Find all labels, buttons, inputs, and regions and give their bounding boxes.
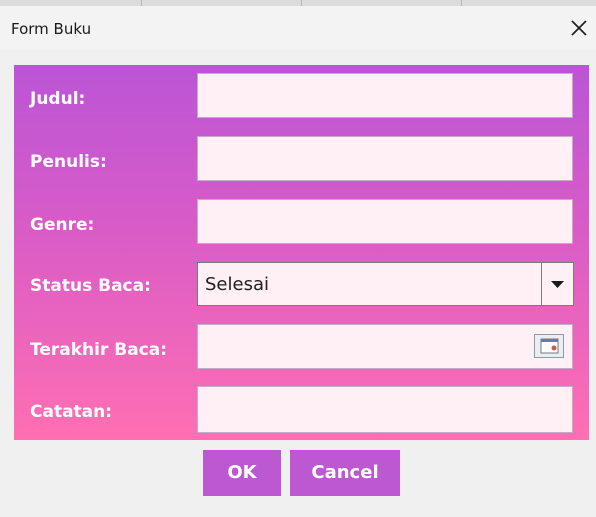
calendar-icon (540, 338, 559, 354)
close-button[interactable] (565, 14, 593, 42)
status-baca-select[interactable]: Selesai (197, 262, 574, 306)
ok-button[interactable]: OK (203, 450, 281, 496)
status-dropdown-button[interactable] (541, 263, 573, 305)
genre-label: Genre: (30, 215, 95, 235)
catatan-label: Catatan: (30, 402, 113, 422)
title-bar: Form Buku (0, 6, 596, 50)
chevron-down-icon (551, 281, 564, 288)
terakhir-baca-label: Terakhir Baca: (30, 340, 168, 360)
catatan-field[interactable] (197, 386, 573, 433)
form-panel: Judul: Penulis: Genre: Status Baca: Sele… (14, 65, 589, 440)
window-title: Form Buku (11, 20, 92, 38)
close-icon (571, 20, 587, 36)
terakhir-baca-field[interactable] (197, 324, 573, 369)
date-picker-button[interactable] (534, 334, 564, 358)
genre-field[interactable] (197, 199, 573, 244)
status-baca-label: Status Baca: (30, 276, 151, 296)
penulis-field[interactable] (197, 136, 573, 181)
status-baca-value: Selesai (205, 274, 269, 295)
judul-field[interactable] (197, 73, 573, 118)
penulis-label: Penulis: (30, 152, 107, 172)
judul-label: Judul: (30, 89, 86, 109)
cancel-button[interactable]: Cancel (290, 450, 400, 496)
